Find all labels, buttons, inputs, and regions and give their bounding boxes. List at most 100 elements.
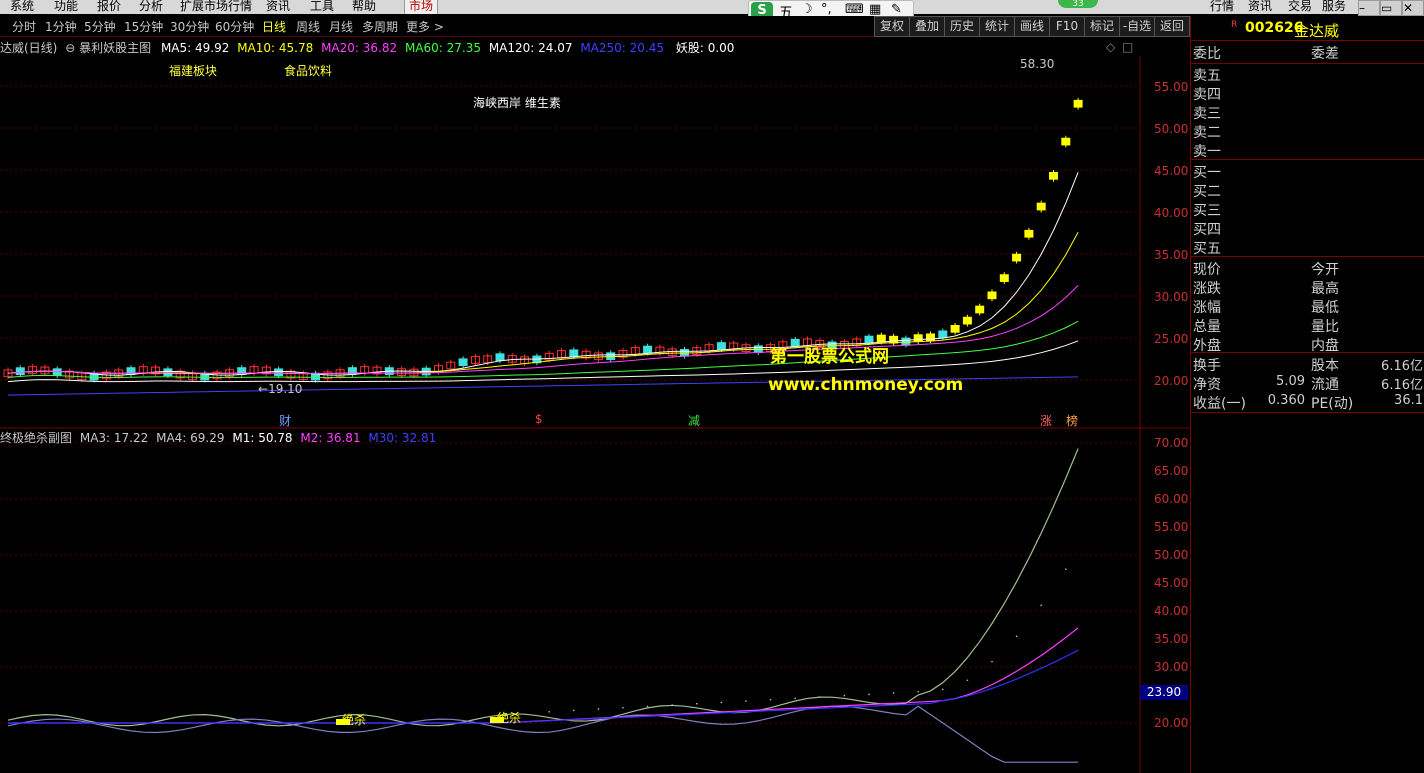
back-button[interactable]: 返回 bbox=[1154, 16, 1190, 37]
event-reduce[interactable]: 减 bbox=[688, 412, 700, 429]
stats-button[interactable]: 统计 bbox=[979, 16, 1015, 37]
sub-dot bbox=[1015, 635, 1018, 638]
history-button[interactable]: 历史 bbox=[944, 16, 980, 37]
sub-dot bbox=[843, 694, 846, 697]
candle bbox=[938, 330, 948, 339]
mark-button[interactable]: 标记 bbox=[1084, 16, 1120, 37]
top-quote[interactable]: 行情 bbox=[1210, 0, 1234, 14]
menu-system[interactable]: 系统 bbox=[10, 0, 34, 14]
stat-label: 现价 bbox=[1193, 262, 1221, 278]
indicator-dropdown-icon[interactable]: ⊖ bbox=[65, 41, 75, 55]
event-dividend[interactable]: $ bbox=[535, 412, 543, 426]
menu-quote[interactable]: 报价 bbox=[97, 0, 121, 14]
candle bbox=[901, 337, 911, 346]
top-service[interactable]: 服务 bbox=[1322, 0, 1346, 14]
grid-icon[interactable]: ▦ bbox=[869, 2, 881, 17]
fuquan-button[interactable]: 复权 bbox=[874, 16, 910, 37]
sub-dot bbox=[892, 692, 895, 694]
sell-level: 卖一 bbox=[1193, 144, 1221, 160]
period-more[interactable]: 更多 > bbox=[406, 18, 444, 35]
candle bbox=[999, 274, 1009, 282]
menu-ext-market[interactable]: 扩展市场行情 bbox=[180, 0, 252, 14]
keyboard-icon[interactable]: ⌨ bbox=[845, 2, 864, 17]
candle bbox=[274, 368, 284, 377]
candle bbox=[1049, 171, 1058, 180]
moon-icon[interactable]: ☽ bbox=[801, 2, 813, 17]
close-button[interactable]: ✕ bbox=[1402, 0, 1424, 16]
stock-title: 达威(日线) bbox=[0, 41, 58, 55]
menu-bar: 系统 功能 报价 分析 扩展市场行情 资讯 工具 帮助 市场 行情 资讯 交易 … bbox=[0, 0, 1424, 14]
diamond-icon[interactable]: ◇ bbox=[1106, 40, 1115, 54]
candle bbox=[52, 368, 62, 377]
top-trade[interactable]: 交易 bbox=[1288, 0, 1312, 14]
event-limit-up[interactable]: 涨 bbox=[1040, 412, 1052, 429]
weicha-label: 委差 bbox=[1311, 46, 1339, 62]
candle bbox=[926, 333, 935, 342]
f10-button[interactable]: F10 bbox=[1049, 16, 1085, 37]
m1-value: M1: 50.78 bbox=[232, 431, 293, 445]
period-5min[interactable]: 5分钟 bbox=[84, 18, 116, 35]
fin-value: 36.1 bbox=[1394, 393, 1423, 408]
menu-news[interactable]: 资讯 bbox=[266, 0, 290, 14]
minimize-button[interactable]: – bbox=[1358, 0, 1380, 16]
sub-dot bbox=[794, 697, 796, 700]
menu-analysis[interactable]: 分析 bbox=[139, 0, 163, 14]
sub-dot bbox=[720, 701, 723, 704]
high-price-label: 58.30 bbox=[1020, 57, 1055, 71]
main-indicator-name[interactable]: 暴利妖股主图 bbox=[79, 41, 151, 55]
wrench-icon[interactable]: ✎ bbox=[891, 2, 902, 17]
fin-value: 5.09 bbox=[1276, 374, 1305, 389]
chart-area bbox=[0, 56, 1190, 773]
ma-line bbox=[7, 285, 1079, 375]
menu-market[interactable]: 市场 bbox=[404, 0, 439, 14]
square-icon[interactable]: □ bbox=[1122, 40, 1133, 54]
period-1min[interactable]: 1分钟 bbox=[45, 18, 77, 35]
sub-dot bbox=[573, 709, 575, 712]
stat-label: 涨幅 bbox=[1193, 300, 1221, 316]
notification-badge[interactable]: 33 bbox=[1058, 0, 1098, 9]
fin-label: 收益(一) bbox=[1193, 396, 1246, 412]
signal-label-2: 绝杀 bbox=[497, 711, 522, 725]
top-news[interactable]: 资讯 bbox=[1248, 0, 1272, 14]
sub-dot bbox=[769, 698, 772, 701]
period-30min[interactable]: 30分钟 bbox=[170, 18, 209, 35]
candle bbox=[987, 291, 997, 300]
fin-value: 6.16亿 bbox=[1381, 378, 1423, 393]
event-finance[interactable]: 财 bbox=[279, 412, 291, 429]
ma3-value: MA3: 17.22 bbox=[79, 431, 149, 445]
sub-dot bbox=[548, 711, 550, 713]
sub-dot bbox=[991, 660, 993, 663]
period-daily[interactable]: 日线 bbox=[262, 18, 286, 35]
maximize-button[interactable]: ▭ bbox=[1380, 0, 1402, 16]
ma60-value: MA60: 27.35 bbox=[404, 41, 481, 55]
stat-label: 量比 bbox=[1311, 319, 1339, 335]
stat-label: 总量 bbox=[1193, 319, 1221, 335]
menu-tools[interactable]: 工具 bbox=[310, 0, 334, 14]
period-60min[interactable]: 60分钟 bbox=[215, 18, 254, 35]
overlay-button[interactable]: 叠加 bbox=[909, 16, 945, 37]
period-15min[interactable]: 15分钟 bbox=[124, 18, 163, 35]
ma120-value: MA120: 24.07 bbox=[488, 41, 573, 55]
ma10-value: MA10: 45.78 bbox=[237, 41, 314, 55]
buy-level: 买四 bbox=[1193, 222, 1221, 238]
ma5-value: MA5: 49.92 bbox=[160, 41, 230, 55]
stat-label: 今开 bbox=[1311, 262, 1339, 278]
sub-indicator-name[interactable]: 终极绝杀副图 bbox=[0, 431, 72, 445]
candle bbox=[495, 353, 505, 362]
draw-button[interactable]: 画线 bbox=[1014, 16, 1050, 37]
sub-dot bbox=[646, 705, 649, 708]
period-monthly[interactable]: 月线 bbox=[329, 18, 353, 35]
event-billboard[interactable]: 榜 bbox=[1066, 412, 1078, 429]
sub-info-line: 终极绝杀副图 MA3: 17.22 MA4: 69.29 M1: 50.78 M… bbox=[0, 429, 436, 446]
candle bbox=[1061, 137, 1071, 146]
period-weekly[interactable]: 周线 bbox=[296, 18, 320, 35]
candle bbox=[962, 316, 972, 325]
favorite-button[interactable]: -自选 bbox=[1119, 16, 1155, 37]
period-multi[interactable]: 多周期 bbox=[362, 18, 398, 35]
signal-label-1: 绝杀 bbox=[342, 713, 367, 727]
menu-help[interactable]: 帮助 bbox=[352, 0, 376, 14]
candle bbox=[1073, 99, 1083, 108]
punctuation-icon[interactable]: °, bbox=[821, 2, 832, 17]
period-tick[interactable]: 分时 bbox=[12, 18, 36, 35]
menu-function[interactable]: 功能 bbox=[54, 0, 78, 14]
